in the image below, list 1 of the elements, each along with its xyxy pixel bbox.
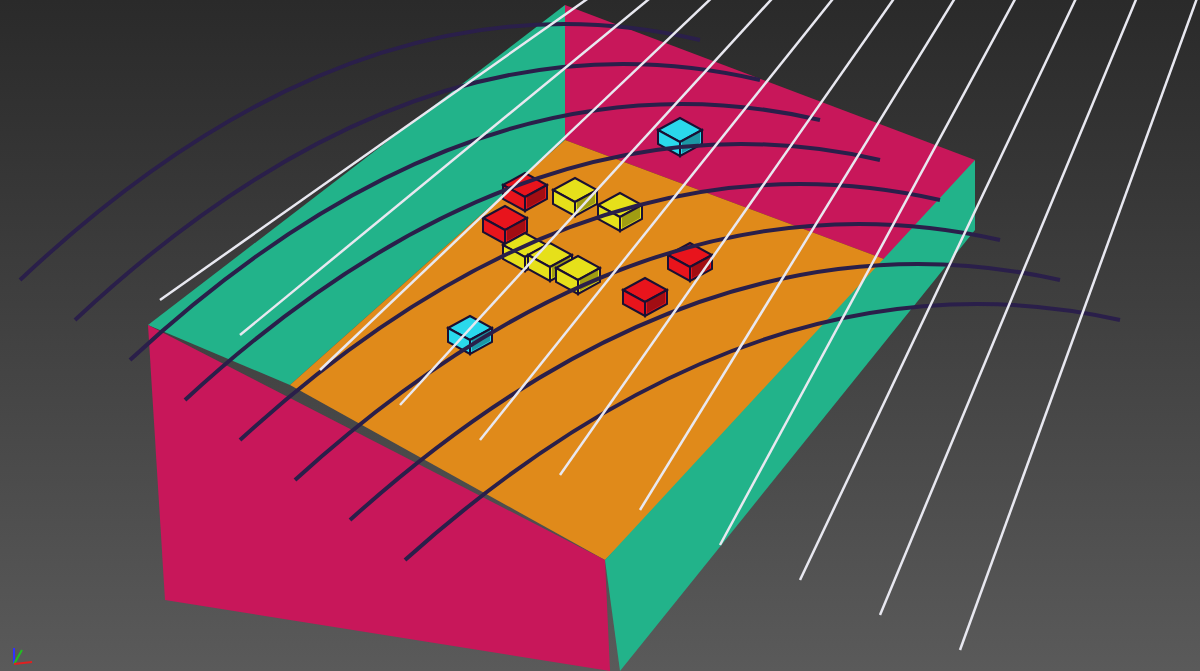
axis-gizmo-icon bbox=[12, 646, 34, 666]
